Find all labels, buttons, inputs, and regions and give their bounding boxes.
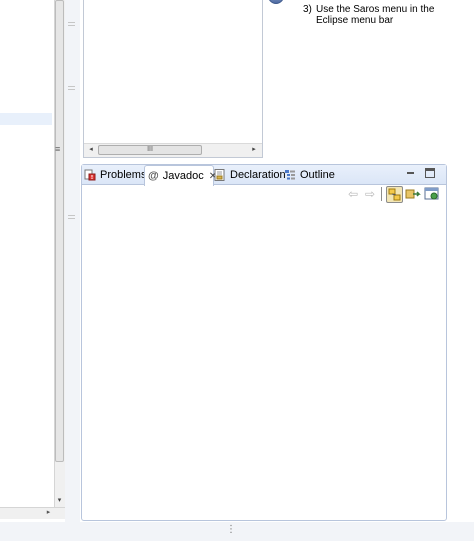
scroll-thumb-grip: III (147, 146, 153, 153)
tab-outline[interactable]: Outline (284, 165, 344, 185)
open-declaration-button[interactable] (405, 186, 421, 202)
sash-marker (68, 215, 75, 219)
left-selected-row-highlight (0, 113, 52, 125)
bottom-sash-grip: ⋮ (226, 524, 236, 535)
sash-marker (68, 22, 75, 26)
open-in-browser-button[interactable] (424, 186, 440, 202)
scroll-left-arrow[interactable]: ◂ (86, 144, 96, 156)
javadoc-icon: @ (148, 170, 159, 182)
upper-tree-view[interactable] (83, 0, 263, 158)
tab-declaration[interactable]: Declaration (214, 165, 286, 185)
left-horizontal-scrollbar[interactable] (0, 507, 65, 519)
problems-icon (84, 169, 96, 181)
tab-javadoc[interactable]: @ Javadoc ✕ (144, 165, 217, 186)
tab-javadoc-label: Javadoc (162, 170, 204, 182)
bottom-sash[interactable] (0, 522, 474, 541)
sash-marker (68, 86, 75, 90)
vertical-sash[interactable] (65, 0, 80, 522)
browser-icon (424, 187, 439, 200)
forward-arrow-icon[interactable]: ⇨ (363, 186, 377, 202)
minimize-button[interactable] (405, 168, 416, 179)
info-step-text: Use the Saros menu in the Eclipse menu b… (316, 4, 435, 26)
tab-problems[interactable]: Problems (84, 165, 147, 185)
tab-outline-label: Outline (300, 169, 335, 181)
back-arrow-icon[interactable]: ⇦ (346, 186, 360, 202)
left-scroll-down-arrow[interactable]: ▾ (54, 494, 65, 507)
left-editor-area[interactable] (0, 0, 54, 519)
declaration-icon (214, 169, 226, 181)
info-step-number: 3) (303, 4, 312, 15)
tab-declaration-label: Declaration (230, 169, 286, 181)
open-declaration-icon (405, 189, 421, 199)
link-icon (388, 188, 401, 201)
javadoc-view (81, 164, 447, 521)
link-with-selection-button[interactable] (386, 186, 403, 203)
scroll-right-arrow[interactable]: ▸ (249, 144, 259, 156)
maximize-button[interactable] (425, 168, 435, 178)
toolbar-separator (381, 187, 382, 201)
tab-problems-label: Problems (100, 169, 147, 181)
left-vertical-scroll-thumb[interactable] (55, 0, 64, 462)
left-scroll-thumb-grip: ≡ (55, 144, 61, 154)
outline-icon (284, 169, 296, 181)
left-scroll-right-arrow[interactable]: ▸ (43, 507, 54, 519)
